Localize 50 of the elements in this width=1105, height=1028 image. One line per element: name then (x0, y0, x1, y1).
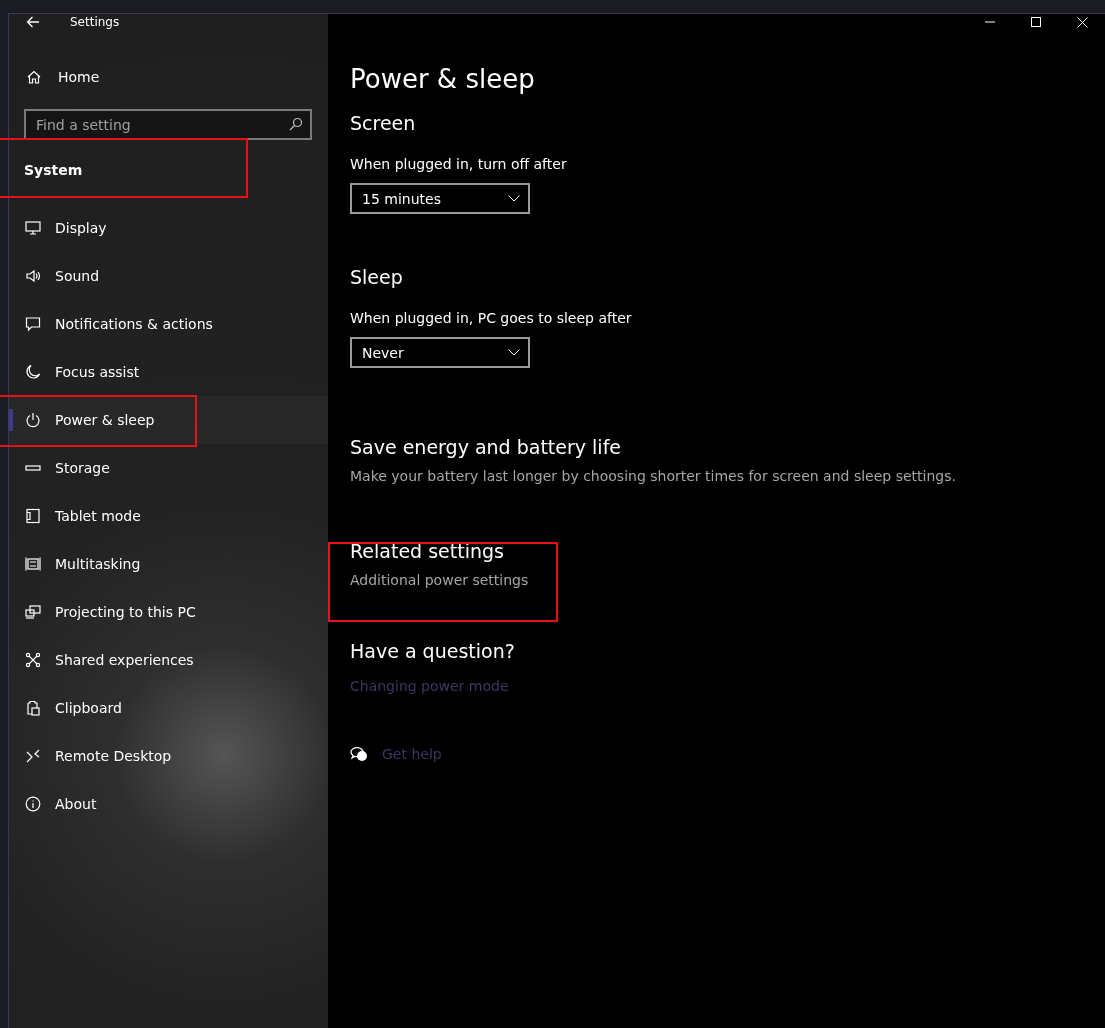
search-icon (289, 117, 303, 131)
power-icon (25, 412, 41, 428)
nav-item[interactable]: Projecting to this PC (9, 588, 328, 636)
nav-item[interactable]: Remote Desktop (9, 732, 328, 780)
nav-item[interactable]: Tablet mode (9, 492, 328, 540)
nav-item[interactable]: Storage (9, 444, 328, 492)
nav-item[interactable]: Power & sleep (9, 396, 328, 444)
tablet-icon (25, 508, 41, 524)
window-title: Settings (70, 15, 120, 29)
dropdown[interactable]: Never (350, 337, 530, 368)
setting-label: When plugged in, PC goes to sleep after (350, 309, 633, 328)
info-icon (25, 796, 41, 812)
maximize-icon (1031, 17, 1041, 27)
search-field[interactable]: Find a setting (24, 109, 312, 140)
section-heading: Screen (350, 111, 417, 136)
chevron-down-icon (508, 195, 520, 202)
section-heading: Sleep (350, 265, 404, 290)
nav-item[interactable]: Display (9, 204, 328, 252)
section-heading: Save energy and battery life (350, 435, 623, 460)
back-arrow-icon[interactable] (26, 16, 40, 28)
setting-label: When plugged in, turn off after (350, 155, 568, 174)
message-icon (25, 316, 41, 332)
nav-item[interactable]: Clipboard (9, 684, 328, 732)
screens-icon (25, 604, 41, 620)
power-settings-link[interactable]: Additional power settings (350, 570, 529, 590)
home-icon (26, 69, 42, 85)
nav-item[interactable]: Sound (9, 252, 328, 300)
nav-item[interactable]: Shared experiences (9, 636, 328, 684)
clipboard-icon (25, 700, 41, 716)
section-heading: System (24, 161, 84, 180)
network-icon (25, 652, 41, 668)
speaker-icon (25, 268, 41, 284)
moon-icon (25, 364, 41, 380)
nav-item[interactable]: Multitasking (9, 540, 328, 588)
multitasking-icon (25, 556, 41, 572)
monitor-icon (25, 220, 41, 236)
home-nav-item[interactable]: Home (9, 65, 328, 89)
nav-item[interactable]: Notifications & actions (9, 300, 328, 348)
nav-item[interactable]: About (9, 780, 328, 828)
chat-help-icon (350, 746, 368, 762)
description-text: Make your battery last longer by choosing shorter times for screen and sleep settings. (350, 467, 957, 486)
close-icon (1076, 16, 1088, 28)
section-heading: Related settings (350, 539, 505, 564)
page-title: Power & sleep (350, 63, 536, 96)
chevron-down-icon (508, 349, 520, 356)
remote-icon (25, 748, 41, 764)
minimize-icon (985, 21, 995, 23)
section-heading: Have a question? (350, 639, 516, 664)
nav-item[interactable]: Focus assist (9, 348, 328, 396)
dropdown[interactable]: 15 minutes (350, 183, 530, 214)
